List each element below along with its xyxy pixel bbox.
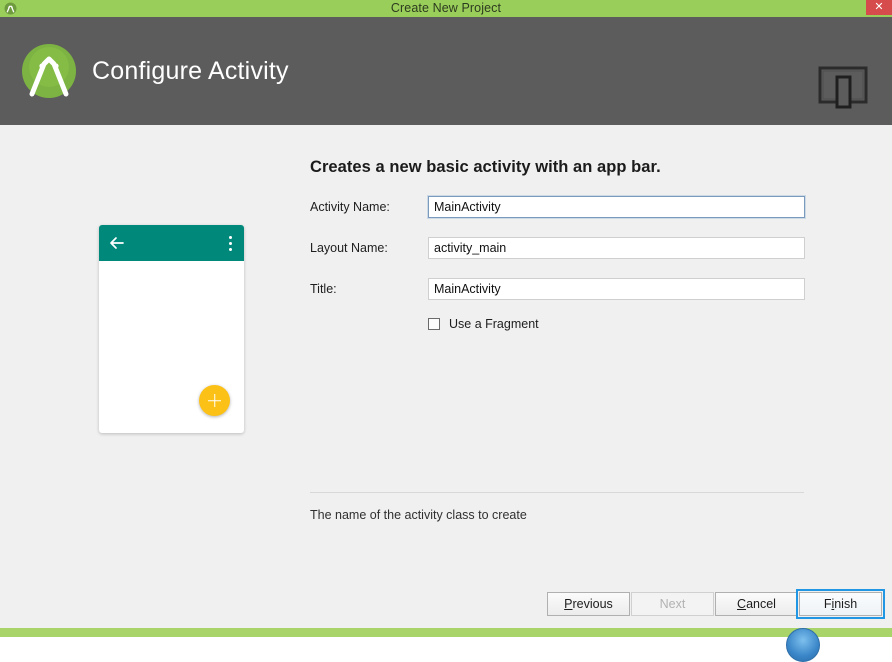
arrow-back-icon (109, 236, 124, 250)
wizard-button-bar: Previous Next Cancel Finish (547, 589, 885, 619)
window-title: Create New Project (390, 1, 502, 15)
previous-button[interactable]: Previous (547, 592, 630, 616)
finish-button-suffix: nish (834, 597, 858, 611)
finish-button[interactable]: Finish (796, 589, 885, 619)
cancel-button[interactable]: Cancel (715, 592, 798, 616)
activity-name-label: Activity Name: (310, 200, 390, 214)
cancel-button-label: ancel (746, 597, 776, 611)
use-fragment-label: Use a Fragment (449, 317, 539, 331)
create-new-project-dialog: Create New Project ✕ Configure Activity (0, 0, 892, 628)
cancel-button-mnemonic: C (737, 597, 747, 611)
plus-icon (199, 385, 230, 416)
page-title: Configure Activity (92, 56, 289, 85)
preview-phone-card (99, 225, 244, 433)
wizard-body: Creates a new basic activity with an app… (0, 125, 892, 590)
taskbar-orb-icon (786, 628, 820, 662)
title-label: Title: (310, 282, 337, 296)
previous-button-label: revious (572, 597, 613, 611)
dialog-footer: Previous Next Cancel Finish (0, 589, 892, 628)
form-heading: Creates a new basic activity with an app… (310, 158, 661, 176)
field-row-activity-name: Activity Name: (310, 196, 805, 218)
help-text: The name of the activity class to create (310, 508, 527, 522)
activity-preview (99, 225, 244, 433)
android-studio-icon (4, 2, 17, 15)
field-row-layout-name: Layout Name: (310, 237, 805, 259)
title-input[interactable] (428, 278, 805, 300)
window-titlebar: Create New Project ✕ (0, 0, 892, 17)
preview-app-bar (99, 225, 244, 261)
field-row-title: Title: (310, 278, 805, 300)
android-studio-logo (18, 40, 80, 102)
close-icon[interactable]: ✕ (866, 0, 892, 15)
use-fragment-checkbox[interactable] (428, 318, 440, 330)
help-divider (310, 492, 804, 493)
activity-config-form: Creates a new basic activity with an app… (310, 125, 805, 331)
previous-button-mnemonic: P (564, 597, 573, 611)
devices-preview-icon (818, 65, 868, 109)
activity-name-input[interactable] (428, 196, 805, 218)
next-button[interactable]: Next (631, 592, 714, 616)
layout-name-label: Layout Name: (310, 241, 388, 255)
use-fragment-checkbox-row[interactable]: Use a Fragment (310, 317, 805, 331)
wizard-header: Configure Activity (0, 17, 892, 125)
layout-name-input[interactable] (428, 237, 805, 259)
more-vert-icon (229, 236, 233, 251)
